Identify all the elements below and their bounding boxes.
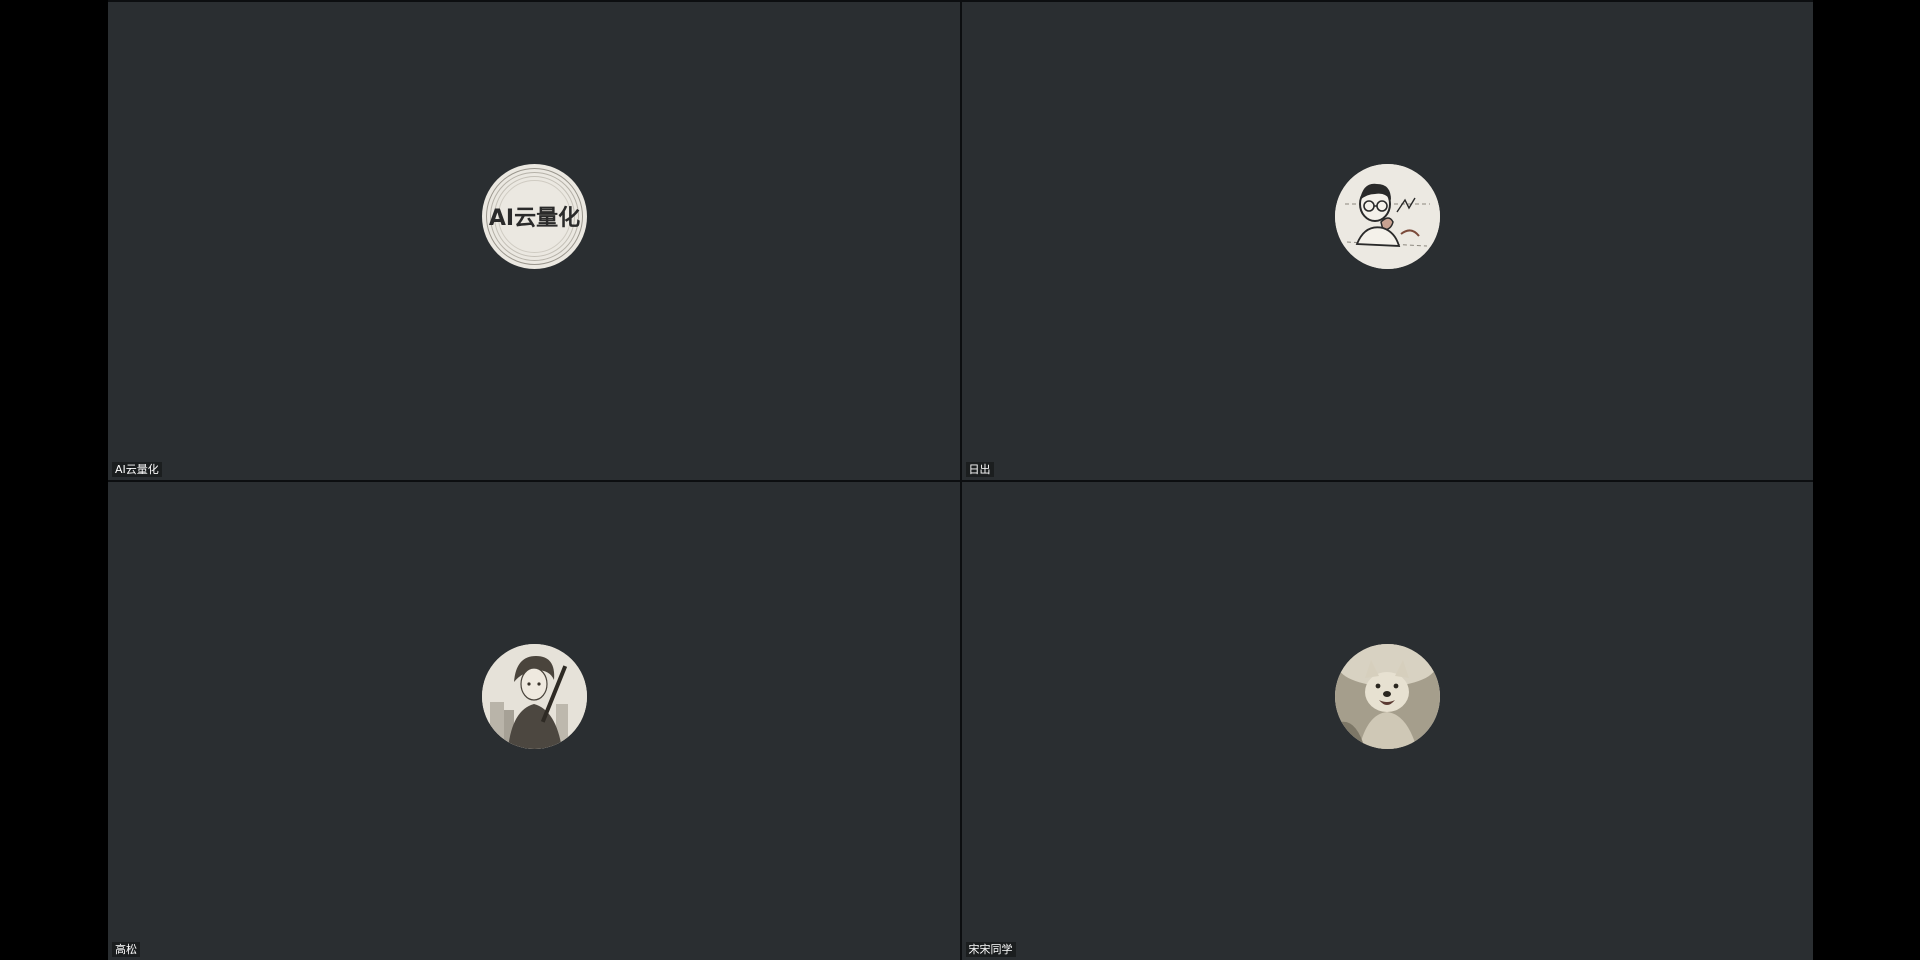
anime-character-icon bbox=[481, 644, 587, 749]
dog-photo-icon bbox=[1335, 644, 1441, 749]
participant-name-label: 日出 bbox=[965, 462, 994, 477]
participant-tile-songsong[interactable]: 宋宋同学 bbox=[961, 482, 1813, 960]
cartoon-man-icon bbox=[1335, 164, 1441, 269]
ai-cloud-quant-logo-avatar: AI云量化 bbox=[481, 164, 587, 269]
participant-name-label: 宋宋同学 bbox=[965, 942, 1016, 957]
cartoon-man-avatar bbox=[1335, 164, 1441, 269]
anime-character-avatar bbox=[481, 644, 587, 749]
participant-tile-gaosong[interactable]: 高松 bbox=[108, 482, 960, 960]
participant-name-label: AI云量化 bbox=[112, 462, 162, 477]
video-grid: AI云量化 AI云量化 日出 高松 宋宋同学 bbox=[108, 0, 1813, 960]
participant-tile-richu[interactable]: 日出 bbox=[961, 2, 1813, 480]
participant-tile-ai-cloud-quant[interactable]: AI云量化 AI云量化 bbox=[108, 2, 960, 480]
participant-name-label: 高松 bbox=[112, 942, 140, 957]
ai-cloud-quant-logo-icon: AI云量化 bbox=[482, 164, 587, 269]
avatar-logo-text: AI云量化 bbox=[489, 205, 580, 231]
dog-photo-avatar bbox=[1335, 644, 1441, 749]
